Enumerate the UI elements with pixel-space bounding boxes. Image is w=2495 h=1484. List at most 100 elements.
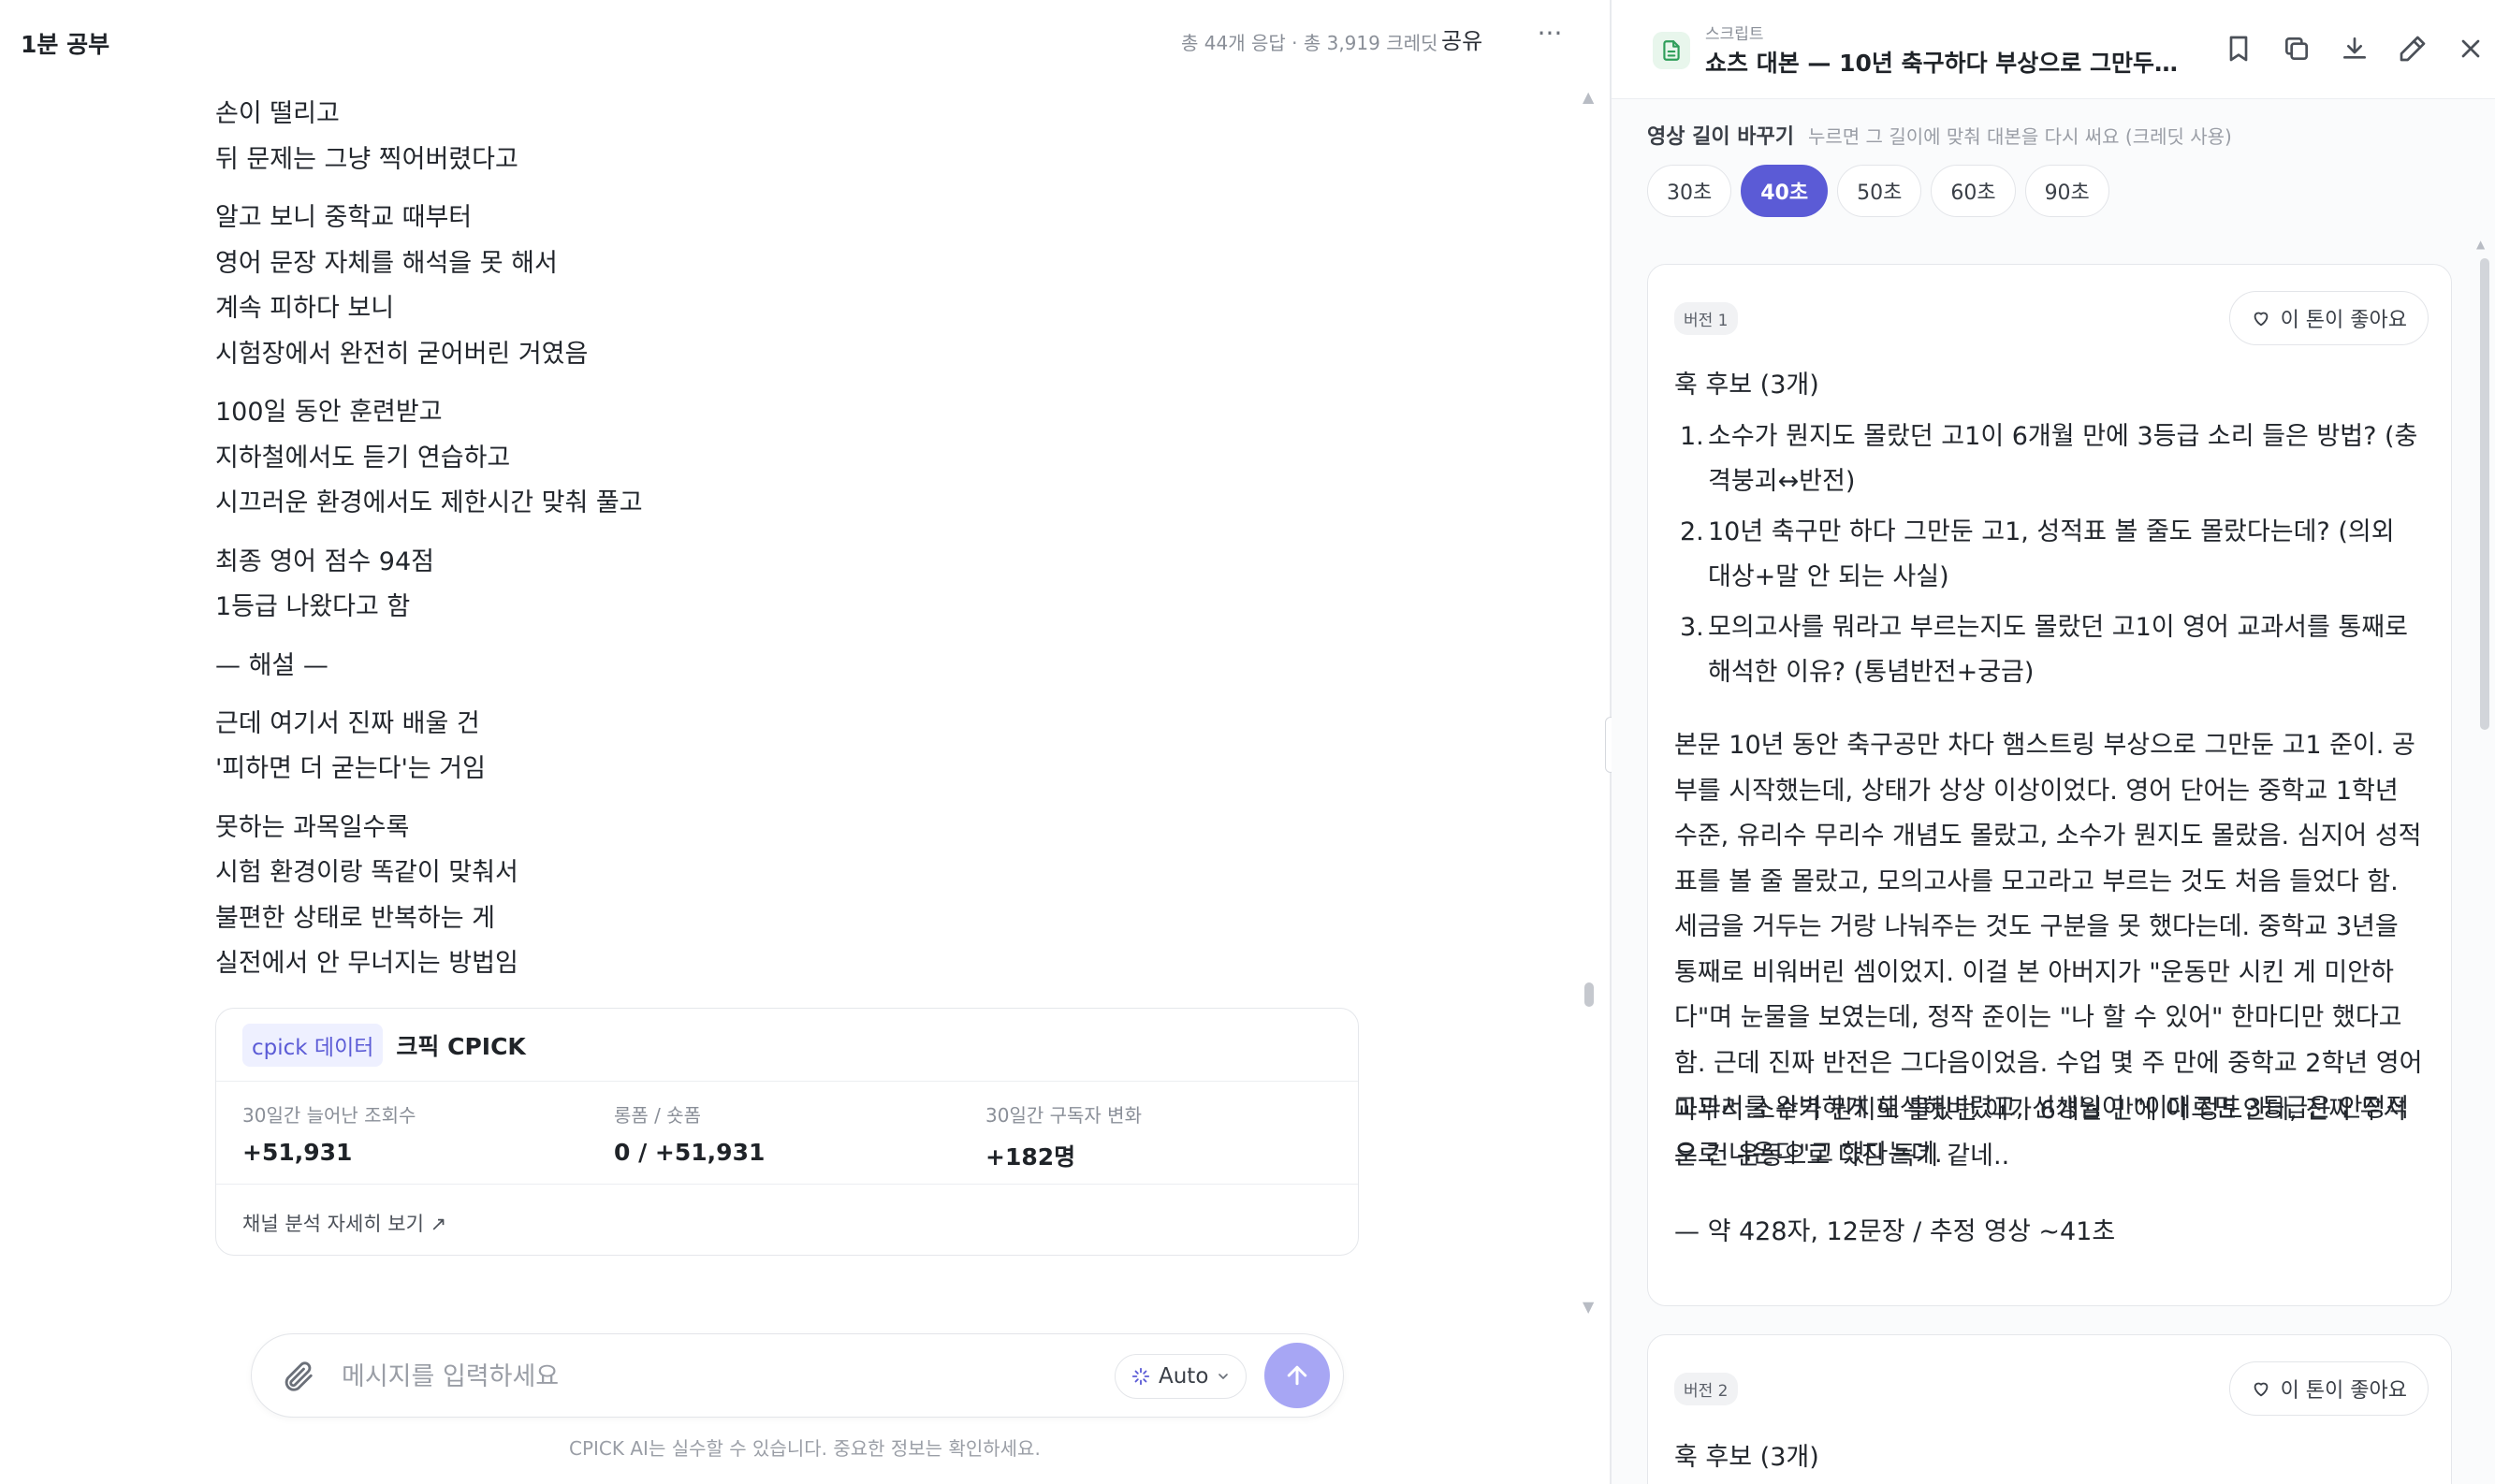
more-options-icon[interactable]: ··· [1533,17,1567,51]
chat-title: 1분 공부 [21,31,110,58]
chevron-down-icon [1218,1374,1229,1379]
hook-number: 3. [1680,613,1704,642]
message-paragraph: 알고 보니 중학교 때부터영어 문장 자체를 해석을 못 해서계속 피하다 보니… [215,196,1432,377]
message-line: 1등급 나왔다고 함 [215,592,411,621]
arrow-up-icon [1287,1365,1307,1386]
cpick-data-badge: cpick 데이터 [242,1023,384,1067]
chat-header: 1분 공부 총 44개 응답 · 총 3,919 크레딧 공유 ··· [0,0,1610,86]
message-line: 지하철에서도 듣기 연습하고 [215,443,511,473]
edit-icon[interactable] [2398,34,2428,64]
hook-text: 소수가 뭔지도 몰랐던 고1이 6개월 만에 3등급 소리 들은 방법? (충격… [1708,422,2418,496]
panel-kicker: 스크립트 [1705,25,1764,44]
version-card: 버전 2 이 톤이 좋아요 훅 후보 (3개) [1647,1334,2452,1484]
panel-scroll-up-icon[interactable]: ▲ [2476,238,2485,251]
message-line: 계속 피하다 보니 [215,294,395,323]
version-badge: 버전 1 [1674,302,1738,335]
hook-candidate: 1. 소수가 뭔지도 몰랐던 고1이 6개월 만에 3등급 소리 들은 방법? (… [1674,415,2423,504]
paperclip-icon[interactable] [280,1359,315,1394]
message-line: 근데 여기서 진짜 배울 건 [215,708,480,738]
stat-label: 30일간 늘어난 조회수 [242,1104,416,1127]
cpick-data-card: cpick 데이터 크픽 CPICK 30일간 늘어난 조회수 +51,931 … [215,1008,1359,1256]
hook-text: 10년 축구만 하다 그만둔 고1, 성적표 볼 줄도 몰랐다는데? (의외 대… [1708,517,2395,591]
scroll-up-arrow-icon[interactable]: ▲ [1583,88,1594,106]
message-content: 손이 떨리고뒤 문제는 그냥 찍어버렸다고알고 보니 중학교 때부터영어 문장 … [215,92,1432,1000]
bookmark-icon[interactable] [2224,34,2254,64]
message-line: 불편한 상태로 반복하는 게 [215,903,495,933]
like-tone-button[interactable]: 이 톤이 좋아요 [2228,1361,2429,1416]
hook-number: 2. [1680,517,1704,546]
card-stats: 30일간 늘어난 조회수 +51,931 롱폼 / 숏폼 0 / +51,931… [216,1082,1358,1185]
message-line: 시험 환경이랑 똑같이 맞춰서 [215,858,518,887]
video-length-label: 영상 길이 바꾸기 [1647,125,1794,149]
stat-subscribers: 30일간 구독자 변화 +182명 [985,1100,1142,1172]
script-title: 쇼츠 대본 — 10년 축구하다 부상으로 그만두고 공... [1705,50,2192,77]
message-input[interactable] [342,1355,866,1398]
hook-candidates-list: 1. 소수가 뭔지도 몰랐던 고1이 6개월 만에 3등급 소리 들은 방법? (… [1674,415,2423,701]
hook-candidate: 3. 모의고사를 뭐라고 부르는지도 몰랐던 고1이 영어 교과서를 통째로 해석… [1674,605,2423,695]
stat-label: 30일간 구독자 변화 [985,1104,1142,1127]
document-icon [1653,32,1690,69]
length-option-chip[interactable]: 30초 [1647,165,1732,217]
channel-analysis-link[interactable]: 채널 분석 자세히 보기 ↗ [216,1185,1358,1237]
hook-number: 1. [1680,422,1704,451]
message-composer: Auto [251,1333,1344,1418]
message-line: 손이 떨리고 [215,99,340,128]
message-paragraph: 최종 영어 점수 94점 1등급 나왔다고 함 [215,540,1432,631]
video-length-hint: 누르면 그 길이에 맞춰 대본을 다시 써요 (크레딧 사용) [1808,125,2232,148]
stat-value: 0 / +51,931 [614,1139,766,1166]
stat-value: +51,931 [242,1139,353,1166]
message-line: 영어 문장 자체를 해석을 못 해서 [215,248,558,278]
message-line: 시끄러운 환경에서도 제한시간 맞춰 풀고 [215,488,643,517]
stat-views: 30일간 늘어난 조회수 +51,931 [242,1100,416,1166]
message-line: 100일 동안 훈련받고 [215,398,443,427]
heart-icon [2254,1382,2268,1397]
length-option-chip[interactable]: 60초 [1931,165,2016,217]
hook-candidates-title: 훅 후보 (3개) [1674,371,1819,400]
chat-scrollbar-thumb[interactable] [1584,982,1594,1007]
copy-icon[interactable] [2282,34,2312,64]
length-option-chip[interactable]: 50초 [1837,165,1922,217]
message-paragraph: 100일 동안 훈련받고지하철에서도 듣기 연습하고시끄러운 환경에서도 제한시… [215,390,1432,527]
length-option-chip[interactable]: 40초 [1741,165,1829,217]
script-ending: 마무리 소수가 뭔지도 몰랐던 애가 6개월 만에 이 정도인데, 진짜 무서운… [1674,1096,2407,1171]
hook-text: 모의고사를 뭐라고 부르는지도 몰랐던 고1이 영어 교과서를 통째로 해석한 … [1708,613,2408,687]
download-icon[interactable] [2340,34,2370,64]
message-line: 알고 보니 중학교 때부터 [215,203,473,232]
hook-candidates-title: 훅 후보 (3개) [1674,1443,1819,1472]
panel-scrollbar-thumb[interactable] [2480,258,2489,730]
stat-label: 롱폼 / 숏폼 [614,1104,702,1127]
video-length-row: 영상 길이 바꾸기 누르면 그 길이에 맞춰 대본을 다시 써요 (크레딧 사용… [1647,120,2232,150]
ai-disclaimer: CPICK AI는 실수할 수 있습니다. 중요한 정보는 확인하세요. [569,1437,1041,1460]
like-tone-label: 이 톤이 좋아요 [2280,1379,2407,1403]
model-label: Auto [1159,1364,1209,1389]
usage-summary: 총 44개 응답 · 총 3,919 크레딧 [1181,32,1438,54]
model-selector[interactable]: Auto [1115,1354,1248,1399]
like-tone-button[interactable]: 이 톤이 좋아요 [2228,291,2429,345]
message-line: 뒤 문제는 그냥 찍어버렸다고 [215,144,518,174]
script-stats: — 약 428자, 12문장 / 추정 영상 ~41초 [1674,1217,2116,1246]
message-line: 시험장에서 완전히 굳어버린 거였음 [215,339,589,369]
section-divider-text: — 해설 — [215,644,1432,689]
like-tone-label: 이 톤이 좋아요 [2280,309,2407,332]
message-line: 실전에서 안 무너지는 방법임 [215,949,518,978]
heart-icon [2254,312,2268,327]
close-icon[interactable] [2456,34,2486,64]
version-badge: 버전 2 [1674,1373,1738,1405]
send-button[interactable] [1264,1343,1330,1408]
stat-value: +182명 [985,1143,1076,1171]
script-panel: 스크립트 쇼츠 대본 — 10년 축구하다 부상으로 그만두고 공... 영상 … [1612,0,2495,1484]
scroll-down-arrow-icon[interactable]: ▼ [1583,1298,1594,1316]
message-line: 못하는 과목일수록 [215,812,410,842]
message-paragraph: 손이 떨리고뒤 문제는 그냥 찍어버렸다고 [215,92,1432,182]
share-button[interactable]: 공유 [1441,22,1482,55]
length-options: 30초 40초 50초 60초 90초 [1647,165,2109,217]
message-paragraph: 못하는 과목일수록시험 환경이랑 똑같이 맞춰서불편한 상태로 반복하는 게실전… [215,806,1432,987]
chat-pane: 1분 공부 총 44개 응답 · 총 3,919 크레딧 공유 ··· ▲ ▼ … [0,0,1610,1484]
message-paragraph: 근데 여기서 진짜 배울 건 '피하면 더 굳는다'는 거임 [215,702,1432,793]
message-line: — 해설 — [215,650,328,680]
cpick-brand-name: 크픽 CPICK [396,1032,526,1060]
message-line: 최종 영어 점수 94점 [215,546,434,576]
message-line: '피하면 더 굳는다'는 거임 [215,754,486,783]
stat-longform-shortform: 롱폼 / 숏폼 0 / +51,931 [614,1100,765,1166]
length-option-chip[interactable]: 90초 [2024,165,2109,217]
